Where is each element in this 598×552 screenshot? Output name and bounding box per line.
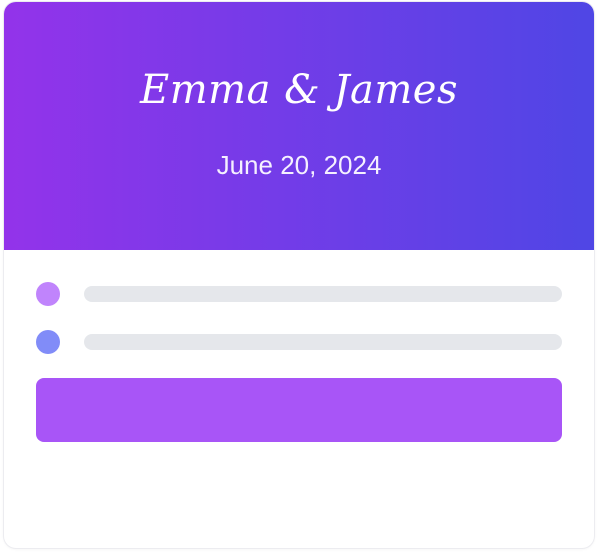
couple-names-title: Emma & James <box>140 67 458 113</box>
primary-action-button[interactable] <box>36 378 562 442</box>
detail-row-1 <box>36 282 562 306</box>
purple-dot-icon <box>36 282 60 306</box>
placeholder-line <box>84 334 562 350</box>
invitation-card: Emma & James June 20, 2024 <box>4 2 594 548</box>
detail-row-2 <box>36 330 562 354</box>
blue-dot-icon <box>36 330 60 354</box>
event-date: June 20, 2024 <box>216 150 382 180</box>
placeholder-line <box>84 286 562 302</box>
header-banner: Emma & James June 20, 2024 <box>4 2 594 250</box>
